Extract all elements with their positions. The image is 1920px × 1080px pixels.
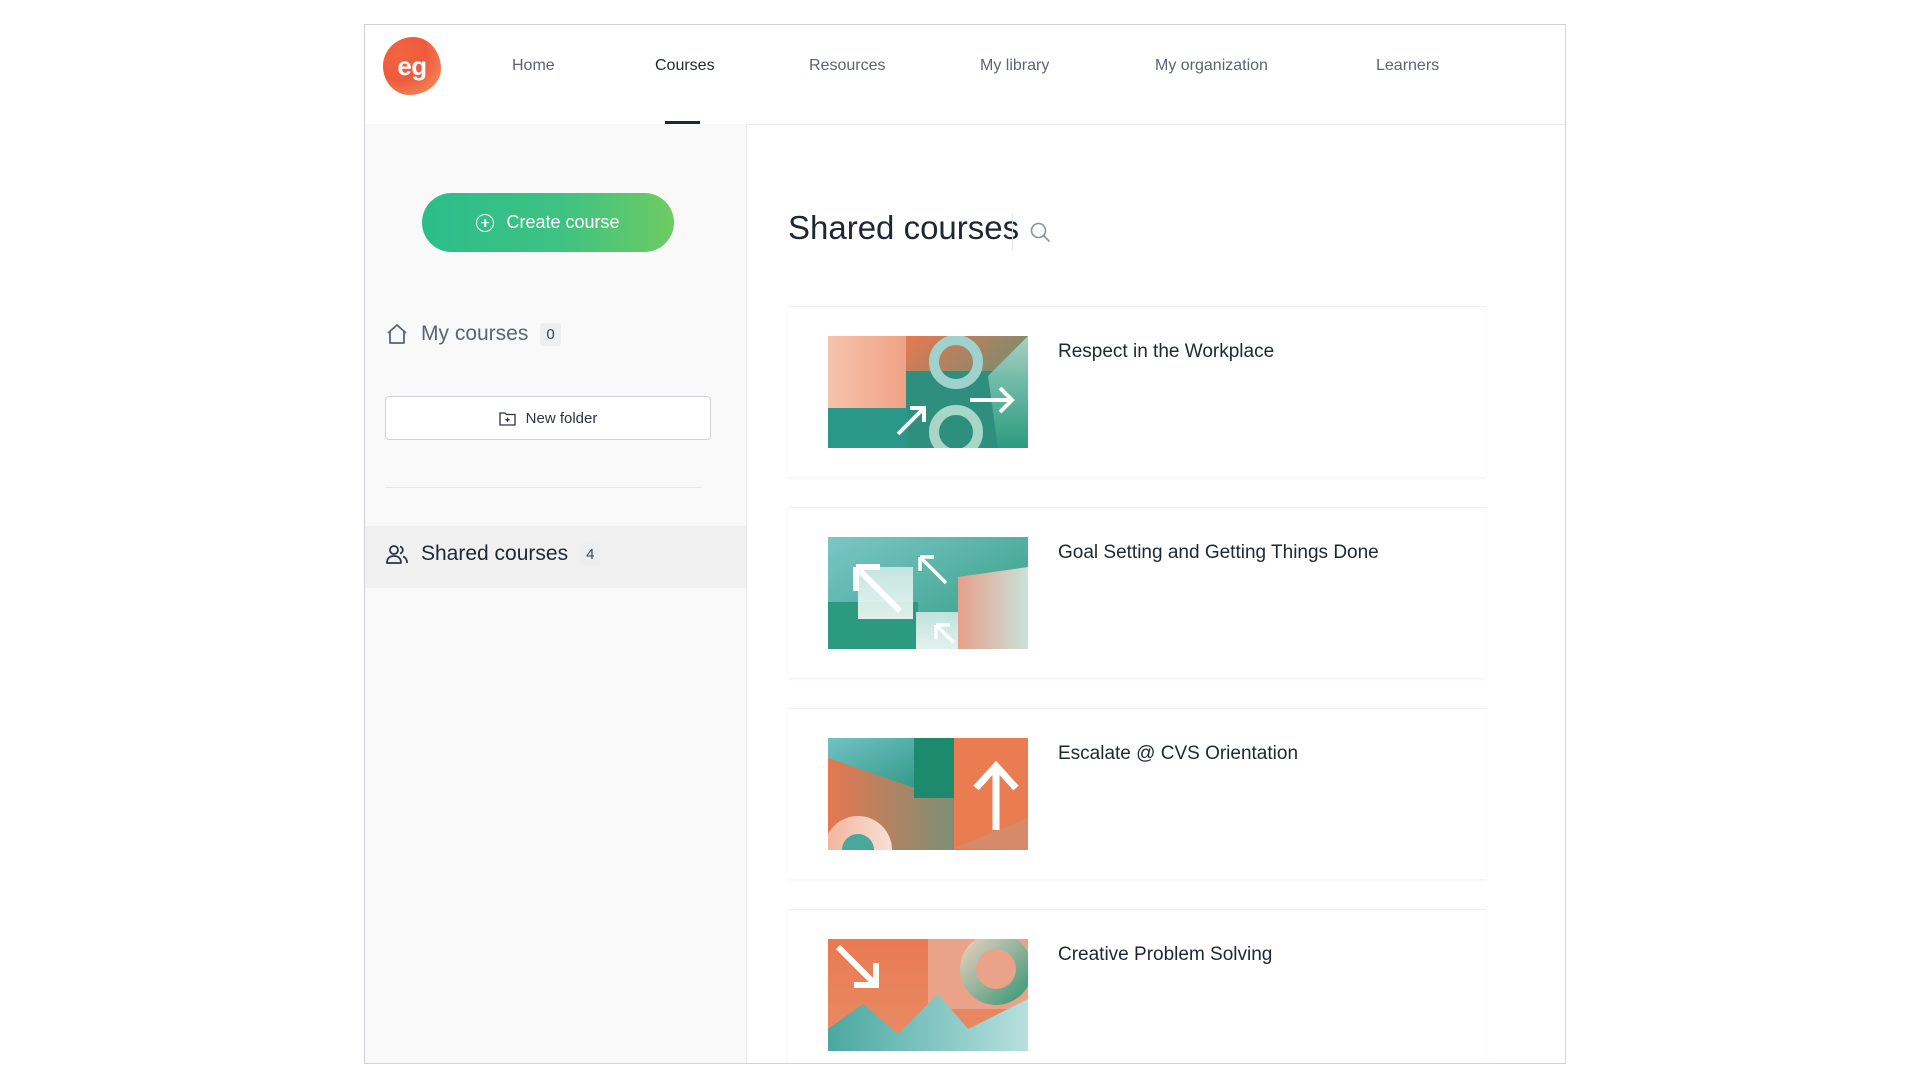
course-card[interactable]: Goal Setting and Getting Things Done [788, 507, 1486, 678]
nav-resources[interactable]: Resources [809, 57, 885, 75]
page-title: Shared courses [788, 209, 1020, 246]
course-thumbnail-escalate [828, 738, 1028, 850]
course-thumbnail-respect [828, 336, 1028, 448]
course-title[interactable]: Escalate @ CVS Orientation [1058, 743, 1298, 765]
users-icon [386, 545, 408, 564]
home-icon [387, 324, 407, 344]
course-thumbnail-goal-setting [828, 537, 1028, 649]
course-title[interactable]: Respect in the Workplace [1058, 341, 1274, 363]
new-folder-button[interactable]: New folder [385, 396, 711, 440]
course-card[interactable]: Creative Problem Solving [788, 909, 1486, 1063]
sidebar-item-my-courses[interactable]: My courses 0 [385, 322, 561, 346]
course-title[interactable]: Creative Problem Solving [1058, 944, 1272, 966]
create-course-button[interactable]: Create course [422, 193, 674, 252]
my-courses-count: 0 [540, 322, 561, 346]
sidebar: Create course My courses 0 New folder Sh… [365, 124, 747, 1063]
app-window: eg Home Courses Resources My library My … [364, 24, 1566, 1064]
course-thumbnail-creative [828, 939, 1028, 1051]
title-separator [1012, 214, 1013, 250]
nav-courses[interactable]: Courses [655, 57, 715, 75]
course-card[interactable]: Respect in the Workplace [788, 306, 1486, 477]
shared-courses-label: Shared courses [421, 542, 569, 565]
main-content: Shared courses Respect in the Workplace … [747, 124, 1565, 1063]
nav-my-library[interactable]: My library [980, 57, 1049, 75]
course-card[interactable]: Escalate @ CVS Orientation [788, 708, 1486, 879]
my-courses-label: My courses [421, 322, 529, 345]
course-title[interactable]: Goal Setting and Getting Things Done [1058, 542, 1379, 564]
new-folder-label: New folder [525, 409, 598, 427]
folder-plus-icon [498, 411, 516, 426]
plus-circle-icon [476, 213, 495, 232]
nav-my-organization[interactable]: My organization [1155, 57, 1268, 75]
create-course-label: Create course [506, 212, 620, 232]
search-icon[interactable] [1029, 221, 1051, 243]
shared-courses-count: 4 [580, 542, 601, 566]
top-navigation: eg Home Courses Resources My library My … [365, 25, 1565, 125]
eg-logo[interactable]: eg [383, 37, 441, 95]
nav-learners[interactable]: Learners [1376, 57, 1439, 75]
nav-home[interactable]: Home [512, 57, 555, 75]
sidebar-item-shared-courses[interactable]: Shared courses 4 [385, 542, 601, 566]
sidebar-divider [385, 487, 701, 488]
